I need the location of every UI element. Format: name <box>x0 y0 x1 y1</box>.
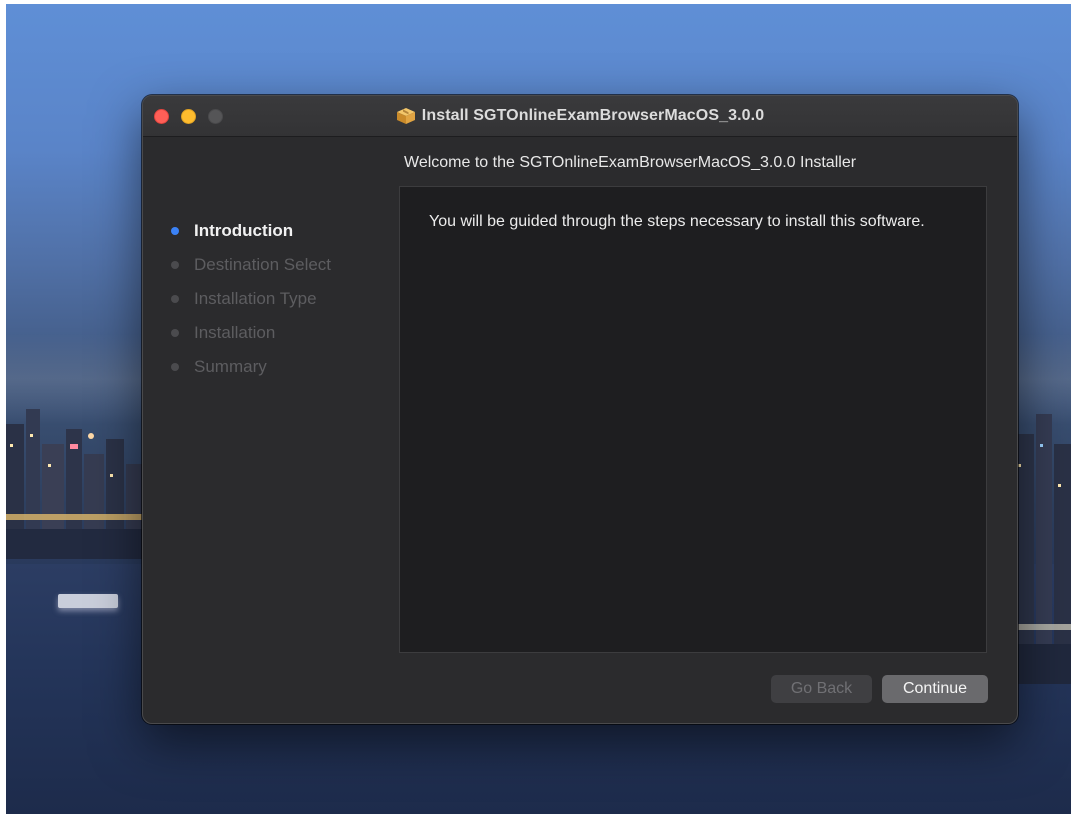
package-icon <box>396 108 415 124</box>
step-installation: Installation <box>169 316 331 350</box>
step-dot <box>171 295 179 303</box>
step-label: Summary <box>194 357 267 376</box>
window-title: Install SGTOnlineExamBrowserMacOS_3.0.0 <box>421 107 765 124</box>
minimize-button[interactable] <box>181 109 196 124</box>
step-active-dot <box>171 227 179 235</box>
step-introduction: Introduction <box>169 214 331 248</box>
step-dot <box>171 261 179 269</box>
installer-window: Install SGTOnlineExamBrowserMacOS_3.0.0 … <box>142 95 1018 724</box>
intro-text: You will be guided through the steps nec… <box>429 213 925 230</box>
step-label: Destination Select <box>194 255 332 274</box>
continue-button[interactable]: Continue <box>882 675 988 703</box>
wallpaper-city-right <box>1014 414 1071 684</box>
step-label: Introduction <box>194 221 294 240</box>
title-bar[interactable]: Install SGTOnlineExamBrowserMacOS_3.0.0 <box>143 96 1017 137</box>
step-destination-select: Destination Select <box>169 248 331 282</box>
step-summary: Summary <box>169 350 331 384</box>
step-label: Installation <box>194 323 276 342</box>
close-button[interactable] <box>154 109 169 124</box>
go-back-button[interactable]: Go Back <box>771 675 872 703</box>
installer-steps: Introduction Destination Select Installa… <box>169 214 331 384</box>
page-heading: Welcome to the SGTOnlineExamBrowserMacOS… <box>404 154 857 171</box>
wallpaper-city-left <box>6 409 146 559</box>
step-label: Installation Type <box>194 289 317 308</box>
zoom-button-disabled <box>208 109 223 124</box>
step-dot <box>171 363 179 371</box>
step-installation-type: Installation Type <box>169 282 331 316</box>
content-pane[interactable]: You will be guided through the steps nec… <box>399 186 987 653</box>
step-dot <box>171 329 179 337</box>
wallpaper-ferry <box>58 594 118 608</box>
